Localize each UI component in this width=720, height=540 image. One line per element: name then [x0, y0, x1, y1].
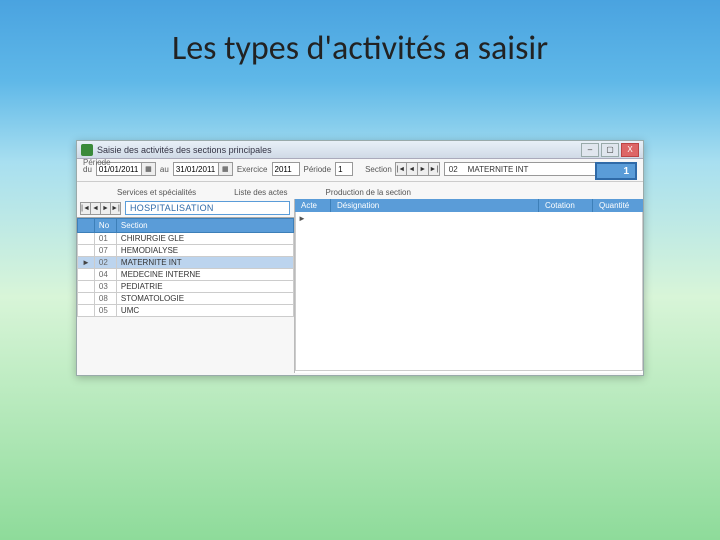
services-grid[interactable]: No Section 01CHIRURGIE GLE07HEMODIALYSE►… [77, 217, 294, 373]
row-pointer-icon: ► [78, 257, 95, 269]
cell-no: 03 [94, 281, 116, 293]
table-row[interactable]: 04MEDECINE INTERNE [78, 269, 294, 281]
cell-no: 05 [94, 305, 116, 317]
exercice-input[interactable] [272, 162, 300, 176]
tab-liste-actes[interactable]: Liste des actes [230, 186, 291, 199]
nav-last-button[interactable]: ►| [428, 162, 440, 176]
section-label: Section [365, 165, 392, 174]
actes-body[interactable]: ► [295, 212, 643, 371]
services-nav: |◄ ◄ ► ►| [81, 202, 121, 215]
cell-no: 08 [94, 293, 116, 305]
calendar-icon[interactable]: ▦ [219, 162, 233, 176]
row-pointer-icon [78, 245, 95, 257]
periode-input[interactable] [335, 162, 353, 176]
actes-header: Acte Désignation Cotation Quantité [295, 199, 643, 212]
row-pointer-icon [78, 293, 95, 305]
periode-bar: Période du ▦ au ▦ Exercice Période Secti… [77, 159, 643, 182]
au-input[interactable] [173, 162, 219, 176]
maximize-button[interactable]: ▢ [601, 143, 619, 157]
col-pointer [78, 219, 95, 233]
row-pointer-icon [78, 305, 95, 317]
row-pointer-icon [78, 269, 95, 281]
row-pointer-icon [78, 233, 95, 245]
slide-title: Les types d'activités a saisir [0, 28, 720, 69]
table-row[interactable]: 07HEMODIALYSE [78, 245, 294, 257]
table-row[interactable]: 08STOMATOLOGIE [78, 293, 294, 305]
col-no: No [94, 219, 116, 233]
table-row[interactable]: 01CHIRURGIE GLE [78, 233, 294, 245]
app-icon [81, 144, 93, 156]
row-pointer-icon [78, 281, 95, 293]
periode-group-label: Période [83, 158, 111, 167]
nav-last-button[interactable]: ►| [110, 202, 121, 215]
tab-services[interactable]: Services et spécialités [113, 186, 200, 199]
cell-section: STOMATOLOGIE [116, 293, 293, 305]
exercice-label: Exercice [237, 165, 268, 174]
cell-section: HEMODIALYSE [116, 245, 293, 257]
table-row[interactable]: 03PEDIATRIE [78, 281, 294, 293]
cell-no: 01 [94, 233, 116, 245]
cell-section: MATERNITE INT [116, 257, 293, 269]
cell-no: 04 [94, 269, 116, 281]
minimize-button[interactable]: – [581, 143, 599, 157]
col-acte: Acte [295, 199, 331, 212]
periode-num-label: Période [304, 165, 332, 174]
cell-section: UMC [116, 305, 293, 317]
calendar-icon[interactable]: ▦ [142, 162, 156, 176]
cell-section: CHIRURGIE GLE [116, 233, 293, 245]
section-code: 02 [449, 165, 458, 174]
cell-section: MEDECINE INTERNE [116, 269, 293, 281]
au-label: au [160, 165, 169, 174]
window-title: Saisie des activités des sections princi… [97, 145, 581, 155]
tabs: Services et spécialités Liste des actes … [77, 182, 643, 199]
col-quantite: Quantité [593, 199, 643, 212]
cell-no: 02 [94, 257, 116, 269]
cell-no: 07 [94, 245, 116, 257]
actes-pane: Acte Désignation Cotation Quantité ► [295, 199, 643, 373]
table-row[interactable]: ►02MATERNITE INT [78, 257, 294, 269]
services-title: HOSPITALISATION [125, 201, 290, 215]
titlebar: Saisie des activités des sections princi… [77, 141, 643, 159]
section-nav: |◄ ◄ ► ►| [396, 162, 440, 176]
section-display: 02 MATERNITE INT [444, 162, 604, 176]
table-row[interactable]: 05UMC [78, 305, 294, 317]
close-button[interactable]: X [621, 143, 639, 157]
col-section: Section [116, 219, 293, 233]
col-designation: Désignation [331, 199, 539, 212]
row-pointer-icon: ► [298, 214, 306, 223]
app-window: Saisie des activités des sections princi… [76, 140, 644, 376]
cell-section: PEDIATRIE [116, 281, 293, 293]
services-pane: |◄ ◄ ► ►| HOSPITALISATION No Section [77, 199, 295, 373]
col-cotation: Cotation [539, 199, 593, 212]
section-name: MATERNITE INT [468, 165, 529, 174]
count-badge: 1 [595, 162, 637, 180]
tab-production[interactable]: Production de la section [322, 186, 415, 199]
